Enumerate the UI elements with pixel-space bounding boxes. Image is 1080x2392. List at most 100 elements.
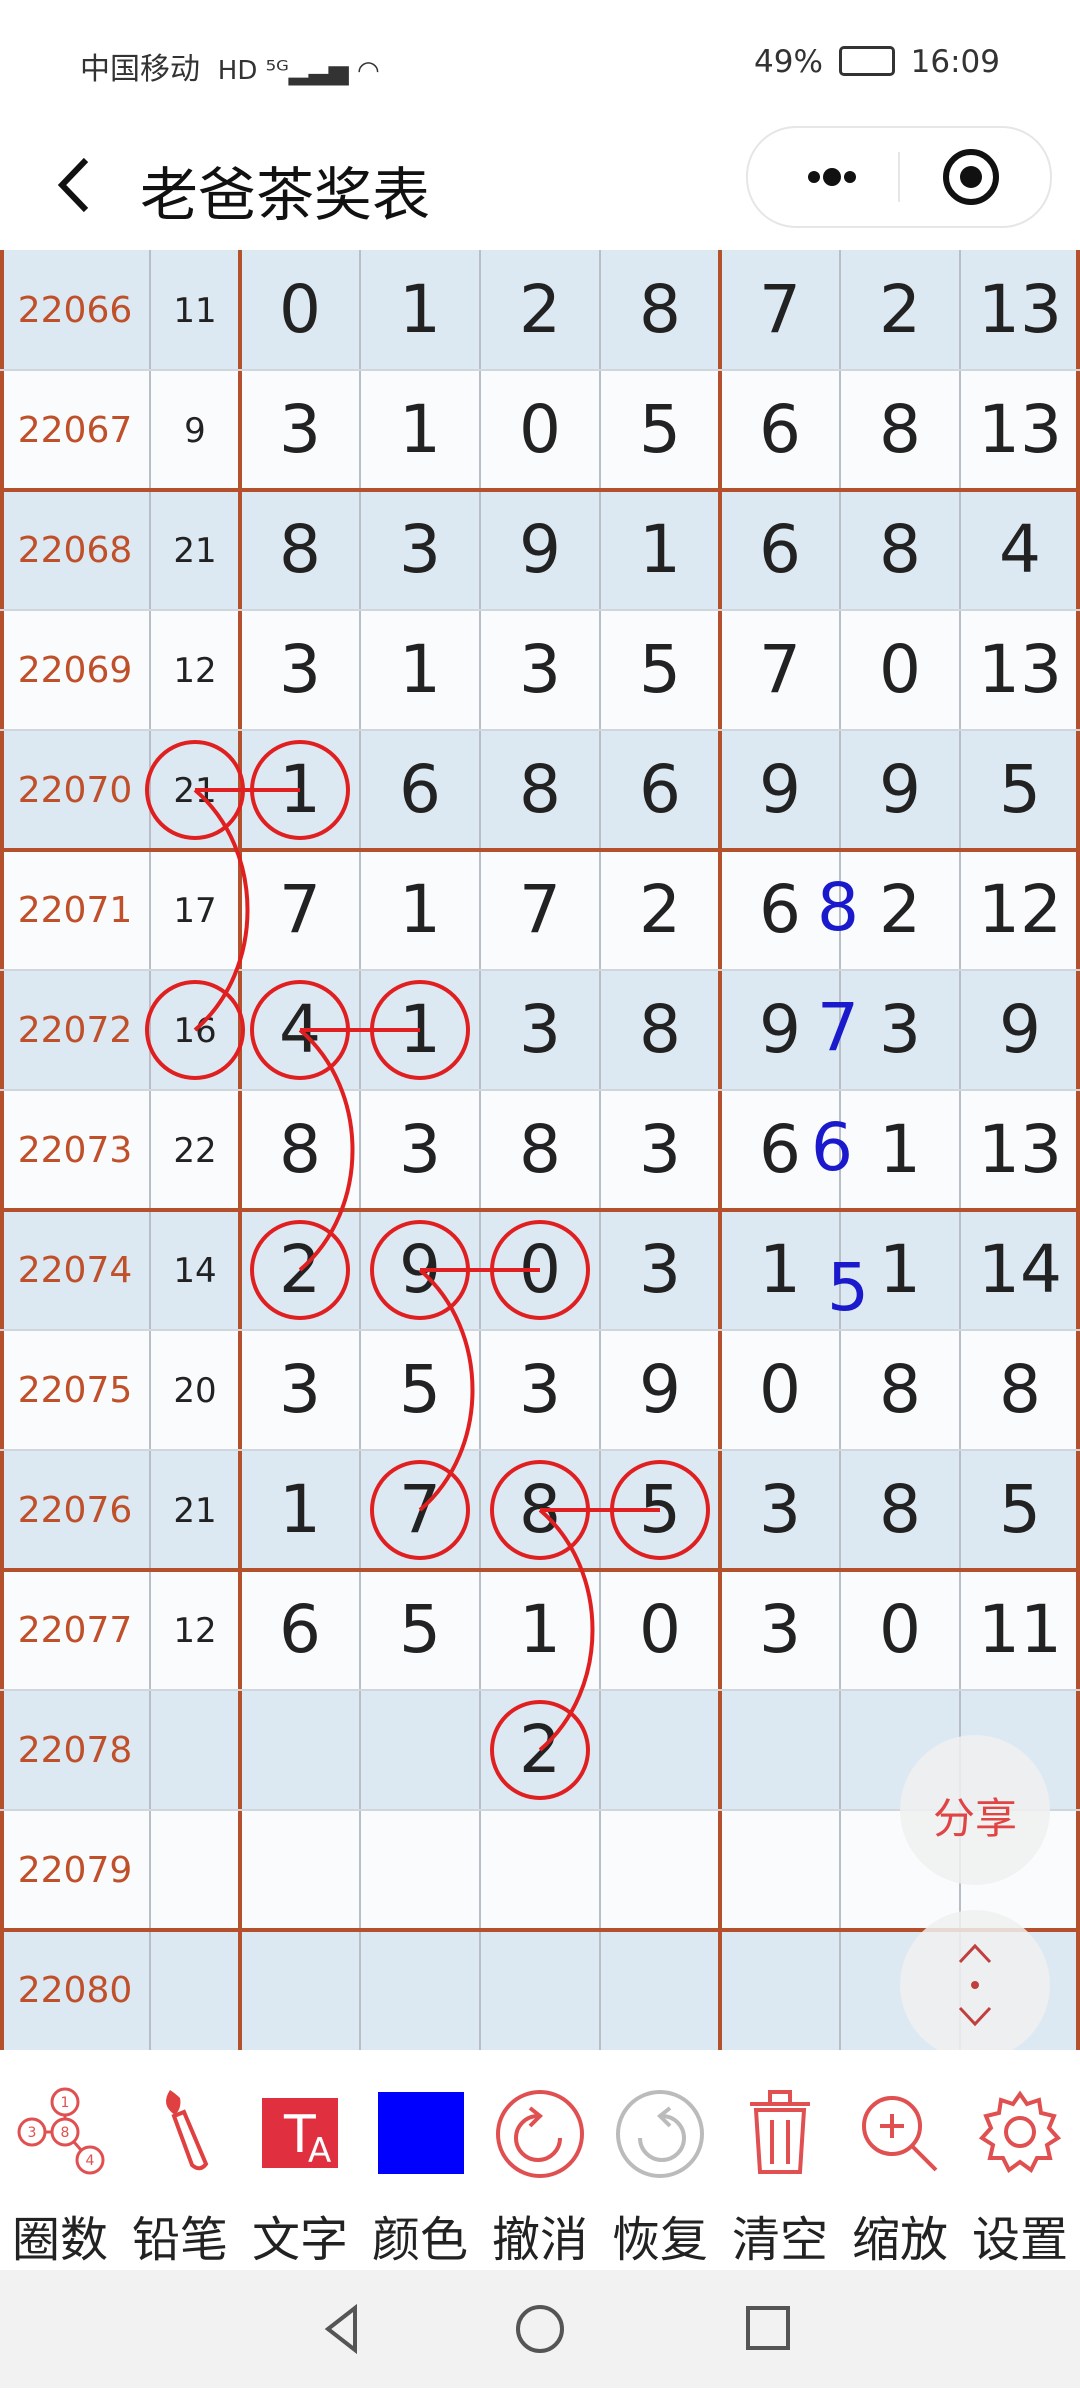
number-cell[interactable]: 3 xyxy=(399,511,441,588)
number-cell[interactable]: 9 xyxy=(519,511,561,588)
number-cell[interactable]: 8 xyxy=(519,751,561,828)
number-cell[interactable]: 9 xyxy=(759,991,801,1068)
battery-percent: 49% xyxy=(754,44,823,80)
number-cell[interactable]: 8 xyxy=(879,511,921,588)
undo-icon xyxy=(490,2080,590,2180)
number-cell[interactable]: 1 xyxy=(279,1471,321,1548)
number-cell[interactable]: 9 xyxy=(639,1351,681,1428)
number-cell[interactable]: 1 xyxy=(399,271,441,348)
tool-gear-button[interactable]: 设置 xyxy=(960,2050,1080,2270)
tool-undo-button[interactable]: 撤消 xyxy=(480,2050,600,2270)
number-cell[interactable]: 8 xyxy=(279,1111,321,1188)
number-cell[interactable]: 1 xyxy=(399,391,441,468)
number-cell[interactable]: 1 xyxy=(639,511,681,588)
tool-zoom-in-button[interactable]: 缩放 xyxy=(840,2050,960,2270)
number-cell[interactable]: 7 xyxy=(519,871,561,948)
number-cell[interactable]: 5 xyxy=(639,631,681,708)
number-cell[interactable]: 1 xyxy=(399,871,441,948)
number-cell[interactable]: 3 xyxy=(879,991,921,1068)
share-button[interactable]: 分享 xyxy=(900,1735,1050,1885)
number-cell[interactable]: 0 xyxy=(879,631,921,708)
number-cell[interactable]: 5 xyxy=(399,1351,441,1428)
number-cell[interactable]: 3 xyxy=(279,631,321,708)
number-cell[interactable]: 8 xyxy=(999,1351,1041,1428)
number-cell[interactable]: 8 xyxy=(639,271,681,348)
scroll-toggle-button[interactable] xyxy=(900,1910,1050,2060)
number-cell[interactable]: 6 xyxy=(639,751,681,828)
number-cell[interactable]: 4 xyxy=(999,511,1041,588)
row-id: 22070 xyxy=(18,770,133,811)
number-cell[interactable]: 13 xyxy=(978,1111,1062,1188)
number-cell[interactable]: 13 xyxy=(978,271,1062,348)
number-cell[interactable]: 9 xyxy=(999,991,1041,1068)
number-cell[interactable]: 3 xyxy=(519,991,561,1068)
tool-label: 文字 xyxy=(251,2212,348,2268)
number-cell[interactable]: 0 xyxy=(519,391,561,468)
number-cell[interactable]: 8 xyxy=(879,391,921,468)
number-cell[interactable]: 3 xyxy=(519,631,561,708)
number-cell[interactable]: 7 xyxy=(759,271,801,348)
number-cell[interactable]: 3 xyxy=(279,391,321,468)
number-cell[interactable]: 6 xyxy=(279,1591,321,1668)
number-cell[interactable]: 8 xyxy=(879,1351,921,1428)
number-cell[interactable]: 1 xyxy=(519,1591,561,1668)
row-id: 22078 xyxy=(18,1730,133,1771)
share-label: 分享 xyxy=(932,1794,1017,1843)
number-cell[interactable]: 3 xyxy=(399,1111,441,1188)
number-cell[interactable]: 5 xyxy=(399,1591,441,1668)
number-cell[interactable]: 3 xyxy=(759,1591,801,1668)
number-cell[interactable]: 13 xyxy=(978,391,1062,468)
tool-trash-button[interactable]: 清空 xyxy=(720,2050,840,2270)
number-cell[interactable]: 12 xyxy=(978,871,1062,948)
number-cell[interactable]: 9 xyxy=(759,751,801,828)
number-cell[interactable]: 5 xyxy=(999,1471,1041,1548)
system-recents-icon[interactable] xyxy=(746,2306,790,2350)
tool-brush-button[interactable]: 铅笔 xyxy=(120,2050,240,2270)
number-cell[interactable]: 3 xyxy=(639,1111,681,1188)
number-cell[interactable]: 6 xyxy=(759,511,801,588)
number-cell[interactable]: 5 xyxy=(639,391,681,468)
number-cell[interactable]: 6 xyxy=(759,391,801,468)
number-cell[interactable]: 3 xyxy=(279,1351,321,1428)
number-cell[interactable]: 0 xyxy=(279,271,321,348)
number-cell[interactable]: 5 xyxy=(999,751,1041,828)
number-cell[interactable]: 8 xyxy=(519,1111,561,1188)
number-cell[interactable]: 1 xyxy=(399,631,441,708)
number-cell[interactable]: 3 xyxy=(519,1351,561,1428)
number-cell[interactable]: 13 xyxy=(978,631,1062,708)
system-back-icon[interactable] xyxy=(324,2303,357,2355)
number-cell[interactable]: 7 xyxy=(279,871,321,948)
number-cell[interactable]: 2 xyxy=(879,271,921,348)
number-cell[interactable]: 8 xyxy=(639,991,681,1068)
number-cell[interactable]: 8 xyxy=(279,511,321,588)
number-cell[interactable]: 3 xyxy=(759,1471,801,1548)
number-cell[interactable]: 2 xyxy=(879,871,921,948)
number-cell[interactable]: 1 xyxy=(879,1231,921,1308)
number-cell[interactable]: 6 xyxy=(759,871,801,948)
number-cell[interactable]: 1 xyxy=(759,1231,801,1308)
number-cell[interactable]: 1 xyxy=(879,1111,921,1188)
number-cell[interactable]: 14 xyxy=(978,1231,1062,1308)
number-cell[interactable]: 9 xyxy=(879,751,921,828)
number-cell[interactable]: 0 xyxy=(759,1351,801,1428)
row-id: 22077 xyxy=(18,1610,133,1651)
number-cell[interactable]: 8 xyxy=(879,1471,921,1548)
number-cell[interactable]: 2 xyxy=(639,871,681,948)
row-sum: 9 xyxy=(184,411,206,451)
number-cell[interactable]: 7 xyxy=(759,631,801,708)
number-cell[interactable]: 6 xyxy=(399,751,441,828)
system-home-icon[interactable] xyxy=(516,2305,564,2353)
tool-redo-button[interactable]: 恢复 xyxy=(600,2050,720,2270)
number-cell[interactable]: 11 xyxy=(978,1591,1062,1668)
tool-circle-numbers-button[interactable]: 1 3 8 4 圈数 xyxy=(0,2050,120,2270)
number-cell[interactable]: 6 xyxy=(759,1111,801,1188)
back-button[interactable] xyxy=(48,150,108,220)
close-button[interactable] xyxy=(906,128,1036,226)
tool-color-swatch-button[interactable]: 颜色 xyxy=(360,2050,480,2270)
number-cell[interactable]: 0 xyxy=(639,1591,681,1668)
number-cell[interactable]: 2 xyxy=(519,271,561,348)
number-cell[interactable]: 0 xyxy=(879,1591,921,1668)
more-button[interactable] xyxy=(768,128,888,226)
number-cell[interactable]: 3 xyxy=(639,1231,681,1308)
tool-text-button[interactable]: T A 文字 xyxy=(240,2050,360,2270)
